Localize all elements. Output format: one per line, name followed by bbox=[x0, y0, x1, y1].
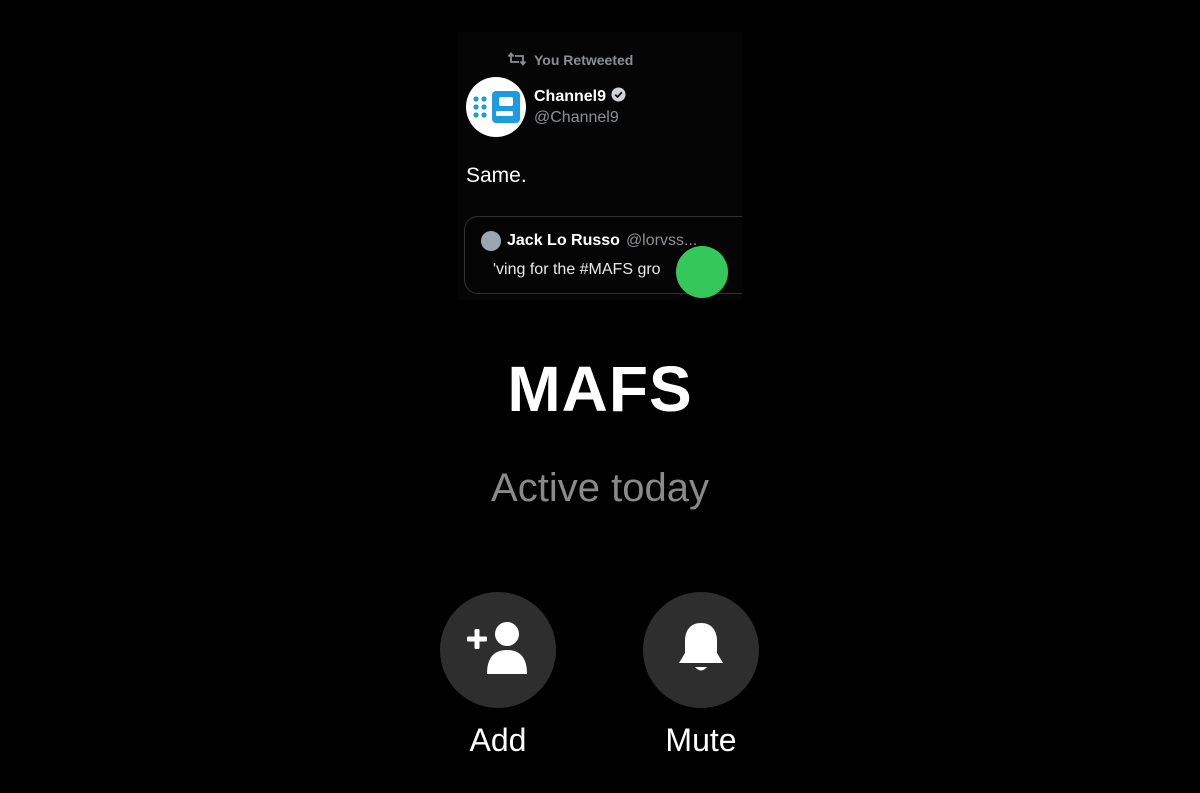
mute-label: Mute bbox=[665, 722, 737, 758]
mute-action: Mute bbox=[621, 592, 781, 759]
channel9-logo-icon bbox=[466, 77, 526, 137]
presence-status: Active today bbox=[491, 466, 709, 510]
bell-icon bbox=[675, 619, 727, 682]
quoted-author-handle: @lorvss... bbox=[625, 232, 698, 249]
author-handle: @Channel9 bbox=[534, 109, 619, 126]
quoted-tweet-text: 'ving for the #MAFS gro bbox=[493, 261, 661, 278]
group-profile-photo[interactable]: You Retweeted Channel9 @Channel9 Same. J… bbox=[458, 32, 742, 300]
add-person-icon bbox=[463, 618, 533, 683]
verified-badge-icon bbox=[611, 87, 626, 107]
retweet-indicator: You Retweeted bbox=[507, 51, 634, 69]
retweet-icon bbox=[507, 51, 527, 69]
quoted-author-name: Jack Lo Russo bbox=[507, 232, 620, 249]
online-status-indicator bbox=[676, 246, 728, 298]
add-button[interactable] bbox=[440, 592, 556, 708]
mute-button[interactable] bbox=[643, 592, 759, 708]
retweet-label: You Retweeted bbox=[534, 52, 634, 68]
group-name: MAFS bbox=[507, 353, 693, 425]
tweet-author: Channel9 @Channel9 bbox=[466, 77, 626, 137]
add-label: Add bbox=[469, 722, 527, 758]
add-action: Add bbox=[418, 592, 578, 759]
quoted-author-avatar bbox=[481, 231, 501, 251]
tweet-text: Same. bbox=[466, 164, 527, 187]
author-display-name: Channel9 bbox=[534, 88, 607, 105]
